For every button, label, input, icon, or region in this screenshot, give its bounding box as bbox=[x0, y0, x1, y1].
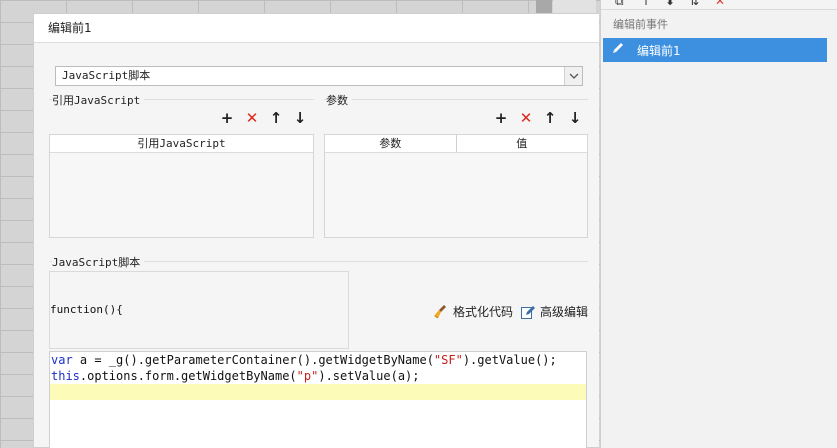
add-ref-js-icon[interactable]: + bbox=[219, 110, 235, 126]
advanced-edit-label: 高级编辑 bbox=[540, 305, 589, 319]
edit-document-icon bbox=[520, 304, 536, 320]
move-up-icon[interactable]: ↑ bbox=[641, 0, 651, 8]
ref-js-table: 引用JavaScript bbox=[49, 134, 314, 238]
code-token: ).setValue(a); bbox=[318, 369, 420, 383]
code-token: a = _g().getParameterContainer().getWidg… bbox=[72, 353, 434, 367]
edit-dialog: 编辑前1 JavaScript脚本 引用JavaScript + ✕ ↑ ↓ 引… bbox=[33, 13, 599, 448]
background-scrollbar bbox=[536, 0, 552, 14]
delete-ref-js-icon[interactable]: ✕ bbox=[244, 110, 260, 126]
sort-icon[interactable]: ⇅ bbox=[689, 0, 699, 8]
move-up-param-icon[interactable]: ↑ bbox=[542, 110, 558, 126]
script-type-value: JavaScript脚本 bbox=[62, 69, 151, 82]
move-down-icon[interactable]: ⬇ bbox=[665, 0, 675, 8]
dialog-title: 编辑前1 bbox=[34, 14, 599, 43]
script-section-label: JavaScript脚本 bbox=[52, 254, 145, 270]
advanced-edit-button[interactable]: 高级编辑 bbox=[520, 303, 588, 320]
code-token: .options.form.getWidgetByName( bbox=[79, 369, 297, 383]
params-table: 参数 值 bbox=[324, 134, 588, 238]
ref-js-column-header: 引用JavaScript bbox=[137, 137, 226, 150]
param-value-column-header: 值 bbox=[516, 137, 528, 150]
code-line[interactable] bbox=[50, 384, 586, 400]
format-code-button[interactable]: 格式化代码 bbox=[433, 303, 513, 320]
event-group-header: 编辑前事件 bbox=[613, 18, 668, 31]
params-table-header: 参数 值 bbox=[325, 135, 587, 153]
code-token: this bbox=[51, 369, 80, 383]
code-token: ).getValue(); bbox=[462, 353, 557, 367]
event-panel: ⧉ ↑ ⬇ ⇅ ✕ 编辑前事件 bbox=[600, 0, 837, 448]
move-down-param-icon[interactable]: ↓ bbox=[567, 110, 583, 126]
chevron-down-icon[interactable] bbox=[564, 67, 582, 85]
code-line[interactable]: var a = _g().getParameterContainer().get… bbox=[50, 352, 586, 368]
code-token: "SF" bbox=[433, 353, 463, 367]
code-line[interactable]: this.options.form.getWidgetByName("p").s… bbox=[50, 368, 586, 384]
event-item-selected[interactable]: 编辑前1 bbox=[603, 38, 827, 62]
code-token: var bbox=[51, 353, 73, 367]
function-header: function(){ bbox=[50, 303, 123, 316]
move-down-ref-js-icon[interactable]: ↓ bbox=[292, 110, 308, 126]
delete-icon[interactable]: ✕ bbox=[715, 0, 725, 8]
script-type-select[interactable]: JavaScript脚本 bbox=[55, 66, 583, 86]
param-name-column-header: 参数 bbox=[325, 135, 457, 152]
copy-icon[interactable]: ⧉ bbox=[615, 0, 624, 8]
delete-param-icon[interactable]: ✕ bbox=[518, 110, 534, 126]
move-up-ref-js-icon[interactable]: ↑ bbox=[268, 110, 284, 126]
code-token: "p" bbox=[296, 369, 319, 383]
event-toolbar: ⧉ ↑ ⬇ ⇅ ✕ bbox=[601, 0, 837, 10]
section-divider bbox=[324, 99, 588, 100]
code-editor[interactable]: var a = _g().getParameterContainer().get… bbox=[49, 351, 587, 448]
add-param-icon[interactable]: + bbox=[493, 110, 509, 126]
pencil-icon bbox=[603, 41, 633, 59]
params-section-label: 参数 bbox=[326, 92, 352, 108]
background-panel-edge bbox=[553, 0, 596, 14]
ref-js-section-label: 引用JavaScript bbox=[52, 92, 145, 108]
ref-js-table-header: 引用JavaScript bbox=[50, 135, 313, 153]
event-item-label: 编辑前1 bbox=[637, 43, 681, 58]
broom-icon bbox=[433, 304, 449, 320]
format-code-label: 格式化代码 bbox=[453, 305, 514, 319]
